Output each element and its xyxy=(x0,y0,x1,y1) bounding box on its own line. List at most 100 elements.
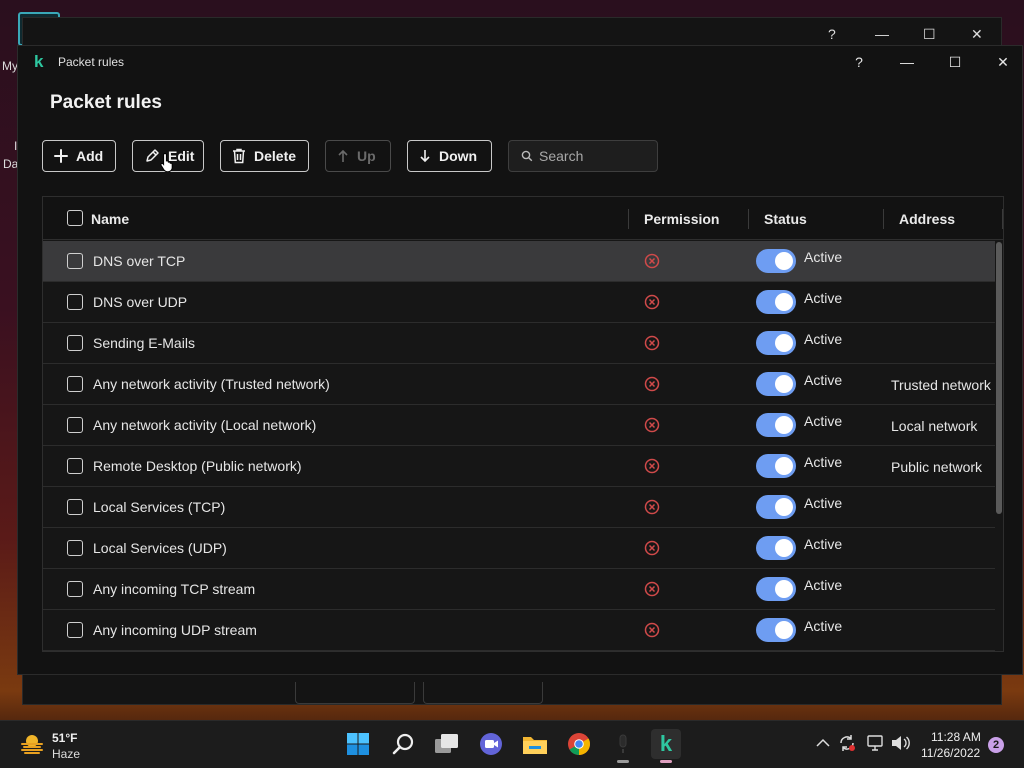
help-button[interactable]: ? xyxy=(844,50,874,74)
volume-icon[interactable] xyxy=(890,734,910,755)
row-checkbox[interactable] xyxy=(67,294,83,310)
sync-icon[interactable] xyxy=(838,734,856,755)
chrome-button[interactable] xyxy=(564,729,594,759)
microphone-app-button[interactable] xyxy=(608,729,638,763)
rule-name: Any network activity (Trusted network) xyxy=(93,376,330,392)
search-icon xyxy=(521,150,533,162)
table-row[interactable]: Any incoming TCP stream Active xyxy=(43,569,995,610)
background-button xyxy=(423,682,543,704)
table-row[interactable]: Any network activity (Local network) Acti… xyxy=(43,405,995,446)
deny-icon xyxy=(644,376,660,392)
rule-name: Any incoming TCP stream xyxy=(93,581,256,597)
status-toggle[interactable] xyxy=(756,454,796,478)
row-checkbox[interactable] xyxy=(67,417,83,433)
file-explorer-button[interactable] xyxy=(520,729,550,759)
table-row[interactable]: Local Services (TCP) Active xyxy=(43,487,995,528)
maximize-button[interactable]: ☐ xyxy=(923,26,936,43)
network-icon[interactable] xyxy=(866,734,884,755)
task-view-button[interactable] xyxy=(432,729,462,759)
deny-icon xyxy=(644,458,660,474)
status-toggle[interactable] xyxy=(756,618,796,642)
weather-description[interactable]: Haze xyxy=(52,747,80,761)
address-value: Local network xyxy=(891,418,978,434)
row-checkbox[interactable] xyxy=(67,458,83,474)
pencil-icon xyxy=(144,148,160,164)
rule-name: Any network activity (Local network) xyxy=(93,417,317,433)
clock-time[interactable]: 11:28 AM xyxy=(931,730,981,744)
search-input[interactable]: Search xyxy=(508,140,658,172)
toggle-knob xyxy=(775,334,793,352)
status-toggle[interactable] xyxy=(756,495,796,519)
table-scrollbar[interactable] xyxy=(996,242,1002,514)
status-toggle[interactable] xyxy=(756,413,796,437)
help-button[interactable]: ? xyxy=(828,26,836,42)
column-header-status[interactable]: Status xyxy=(764,211,807,227)
row-checkbox[interactable] xyxy=(67,376,83,392)
row-checkbox[interactable] xyxy=(67,622,83,638)
hand-cursor-icon xyxy=(160,152,173,172)
table-row[interactable]: Local Services (UDP) Active xyxy=(43,528,995,569)
deny-icon xyxy=(644,417,660,433)
row-checkbox[interactable] xyxy=(67,540,83,556)
toggle-knob xyxy=(775,498,793,516)
teams-chat-button[interactable] xyxy=(476,729,506,759)
table-row[interactable]: DNS over TCP Active xyxy=(43,241,995,282)
table-row[interactable]: Remote Desktop (Public network) Active Pub… xyxy=(43,446,995,487)
rule-name: Remote Desktop (Public network) xyxy=(93,458,302,474)
toggle-knob xyxy=(775,457,793,475)
minimize-button[interactable]: — xyxy=(892,50,922,74)
row-checkbox[interactable] xyxy=(67,499,83,515)
row-checkbox[interactable] xyxy=(67,253,83,269)
maximize-button[interactable]: ☐ xyxy=(940,50,970,74)
status-toggle[interactable] xyxy=(756,536,796,560)
background-button xyxy=(295,682,415,704)
status-toggle[interactable] xyxy=(756,249,796,273)
kaspersky-logo-icon: k xyxy=(34,52,44,71)
table-row[interactable]: DNS over UDP Active xyxy=(43,282,995,323)
status-toggle[interactable] xyxy=(756,577,796,601)
status-label: Active xyxy=(804,536,843,552)
status-toggle[interactable] xyxy=(756,290,796,314)
toggle-knob xyxy=(775,252,793,270)
column-header-address[interactable]: Address xyxy=(899,211,955,227)
notification-badge[interactable]: 2 xyxy=(988,737,1004,753)
row-checkbox[interactable] xyxy=(67,335,83,351)
close-button[interactable]: ✕ xyxy=(988,50,1018,74)
table-row[interactable]: Any network activity (Trusted network) Ac… xyxy=(43,364,995,405)
rule-name: DNS over TCP xyxy=(93,253,186,269)
close-button[interactable]: ✕ xyxy=(971,26,983,43)
packet-rules-window: k Packet rules ? — ☐ ✕ Packet rules Add … xyxy=(17,45,1023,675)
toggle-knob xyxy=(775,539,793,557)
show-hidden-icons-icon[interactable] xyxy=(816,735,830,751)
desktop-label: My xyxy=(2,59,18,73)
row-checkbox[interactable] xyxy=(67,581,83,597)
status-label: Active xyxy=(804,331,843,347)
down-button[interactable]: Down xyxy=(407,140,492,172)
task-view-icon xyxy=(435,734,458,753)
rule-name: DNS over UDP xyxy=(93,294,188,310)
column-header-permission[interactable]: Permission xyxy=(644,211,719,227)
add-button[interactable]: Add xyxy=(42,140,116,172)
up-button[interactable]: Up xyxy=(325,140,391,172)
clock-date[interactable]: 11/26/2022 xyxy=(921,746,980,760)
table-row[interactable]: Any incoming UDP stream Active xyxy=(43,610,995,651)
plus-icon xyxy=(54,149,68,163)
table-row[interactable]: Sending E-Mails Active xyxy=(43,323,995,364)
minimize-button[interactable]: — xyxy=(875,26,889,42)
status-toggle[interactable] xyxy=(756,331,796,355)
start-button[interactable] xyxy=(343,729,373,759)
select-all-checkbox[interactable] xyxy=(67,210,83,226)
status-label: Active xyxy=(804,249,843,265)
kaspersky-taskbar-button[interactable]: k xyxy=(651,729,681,763)
window-title: Packet rules xyxy=(58,55,125,69)
title-bar: k Packet rules ? — ☐ ✕ xyxy=(18,46,1022,78)
column-header-name[interactable]: Name xyxy=(91,211,129,227)
search-taskbar-button[interactable] xyxy=(388,729,418,759)
toggle-knob xyxy=(775,621,793,639)
status-toggle[interactable] xyxy=(756,372,796,396)
rule-name: Sending E-Mails xyxy=(93,335,195,351)
delete-button[interactable]: Delete xyxy=(220,140,309,172)
status-label: Active xyxy=(804,454,843,470)
deny-icon xyxy=(644,335,660,351)
weather-temperature[interactable]: 51°F xyxy=(52,731,77,745)
